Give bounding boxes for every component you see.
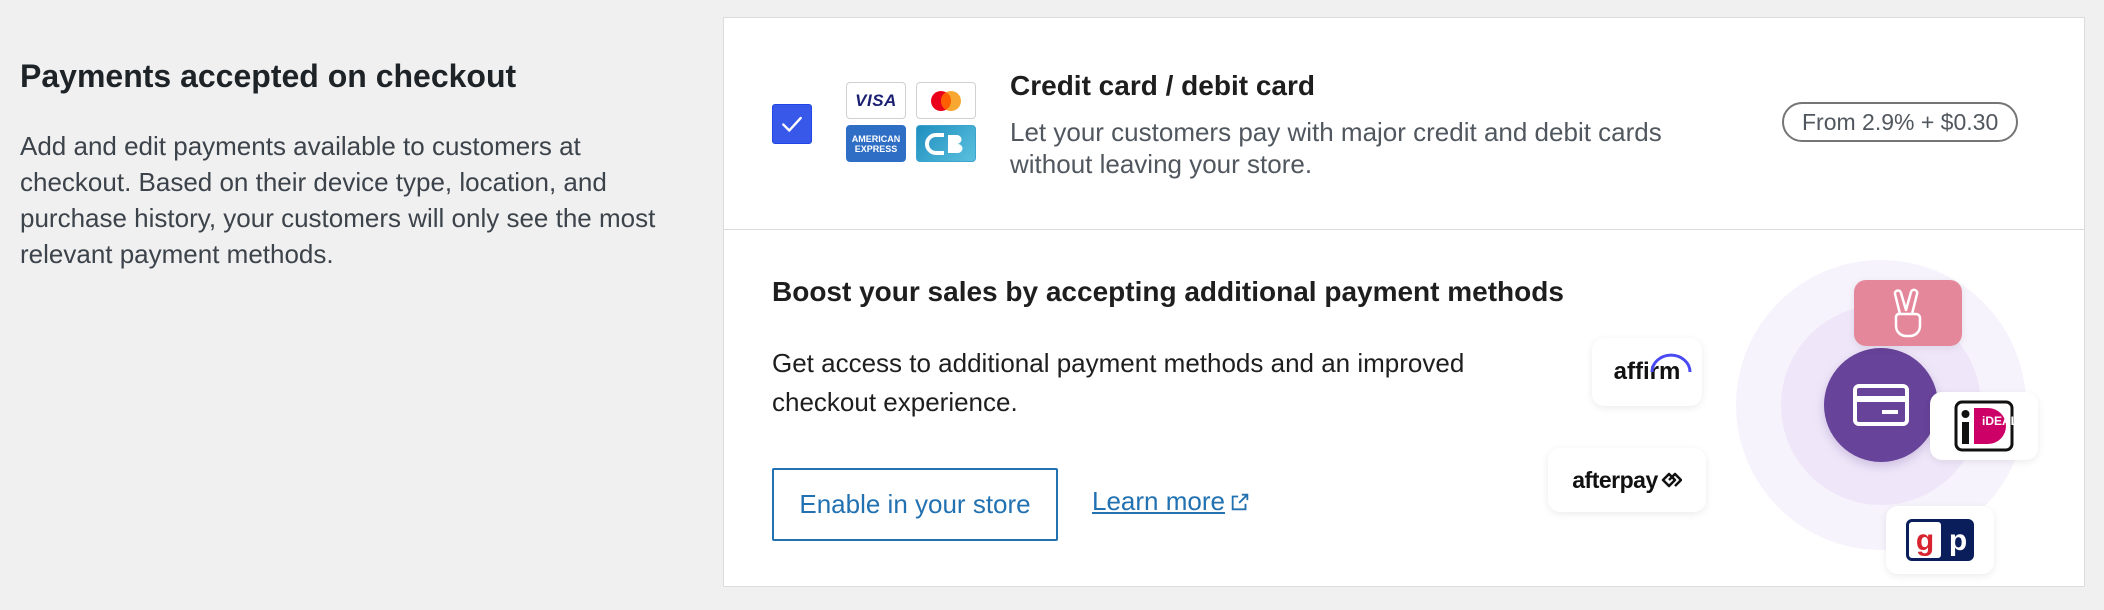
- credit-card-description: Let your customers pay with major credit…: [1010, 117, 1662, 179]
- promo-description: Get access to additional payment methods…: [772, 348, 1465, 417]
- cartes-bancaires-logo: [916, 125, 976, 162]
- payment-methods-illustration: affirm afterpay iDEAL g p: [1548, 248, 2074, 588]
- learn-more-link[interactable]: Learn more: [1092, 486, 1251, 517]
- credit-card-checkbox[interactable]: [772, 104, 812, 144]
- payments-card: VISA AMERICAN EXPRESS Credit card / debi…: [723, 17, 2085, 587]
- section-description: Add and edit payments available to custo…: [20, 131, 656, 269]
- credit-card-row: VISA AMERICAN EXPRESS Credit card / debi…: [724, 18, 2084, 230]
- section-title: Payments accepted on checkout: [20, 58, 517, 94]
- visa-logo: VISA: [846, 82, 906, 119]
- learn-more-label: Learn more: [1092, 486, 1225, 516]
- amex-logo: AMERICAN EXPRESS: [846, 125, 906, 162]
- fee-badge: From 2.9% + $0.30: [1782, 102, 2019, 142]
- credit-card-title: Credit card / debit card: [1010, 70, 1315, 101]
- afterpay-logo: afterpay: [1548, 448, 1706, 512]
- promo-title: Boost your sales by accepting additional…: [772, 276, 1564, 307]
- enable-in-store-button[interactable]: Enable in your store: [772, 468, 1058, 541]
- affirm-logo: affirm: [1592, 338, 1702, 406]
- ideal-logo: iDEAL: [1930, 392, 2038, 460]
- svg-text:p: p: [1949, 524, 1967, 557]
- section-header: Payments accepted on checkout Add and ed…: [20, 54, 660, 272]
- card-brand-logos: VISA AMERICAN EXPRESS: [846, 82, 976, 162]
- mastercard-logo: [916, 82, 976, 119]
- peace-hand-icon: [1854, 280, 1962, 346]
- checkmark-icon: [782, 116, 802, 132]
- external-link-icon: [1231, 493, 1249, 510]
- payment-card-icon: [1824, 348, 1938, 462]
- svg-text:g: g: [1916, 524, 1934, 557]
- giropay-logo: g p: [1886, 506, 1994, 574]
